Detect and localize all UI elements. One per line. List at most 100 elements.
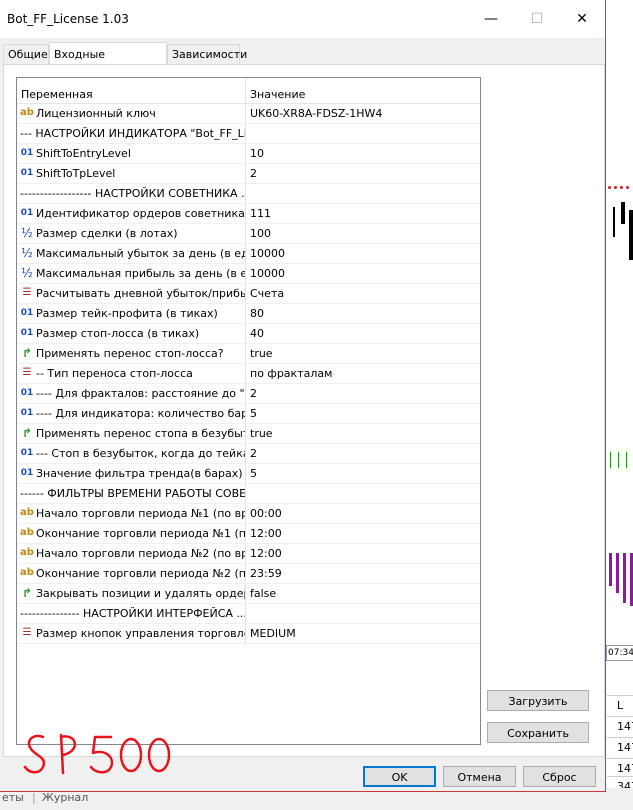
table-row[interactable]: 01 Размер тейк-профита (в тиках) 80 <box>17 304 480 324</box>
cell-value[interactable]: false <box>246 584 480 603</box>
cell-value[interactable]: 10 <box>246 144 480 163</box>
cell-variable[interactable]: ab Окончание торговли периода №2 (по... <box>17 564 246 583</box>
cell-value[interactable]: MEDIUM <box>246 624 480 643</box>
cell-variable[interactable]: ½ Размер сделки (в лотах) <box>17 224 246 243</box>
table-row[interactable]: 01 ShiftToTpLevel 2 <box>17 164 480 184</box>
chart-bar <box>623 553 626 603</box>
cell-variable[interactable]: 01 Значение фильтра тренда(в барах) <box>17 464 246 483</box>
table-row[interactable]: ½ Размер сделки (в лотах) 100 <box>17 224 480 244</box>
cell-variable[interactable]: 01 --- Стоп в безубыток, когда до тейка..… <box>17 444 246 463</box>
cell-variable[interactable]: ------ ФИЛЬТРЫ ВРЕМЕНИ РАБОТЫ СОВЕТ... <box>17 484 246 503</box>
cell-value[interactable]: 40 <box>246 324 480 343</box>
cell-variable[interactable]: --------------- НАСТРОЙКИ ИНТЕРФЕЙСА ... <box>17 604 246 623</box>
cell-variable[interactable]: ↱ Закрывать позиции и удалять ордер... <box>17 584 246 603</box>
table-row[interactable]: ↱ Закрывать позиции и удалять ордер... fal… <box>17 584 480 604</box>
cell-variable[interactable]: ------------------ НАСТРОЙКИ СОВЕТНИКА .… <box>17 184 246 203</box>
table-row[interactable]: ab Окончание торговли периода №1 (по... 12… <box>17 524 480 544</box>
column-header-value[interactable]: Значение <box>246 78 480 104</box>
table-row[interactable]: 01 --- Стоп в безубыток, когда до тейка..… <box>17 444 480 464</box>
table-row[interactable]: ------------------ НАСТРОЙКИ СОВЕТНИКА .… <box>17 184 480 204</box>
ok-button[interactable]: OK <box>363 766 436 787</box>
table-row[interactable]: ☰ Размер кнопок управления торговлей : MED… <box>17 624 480 644</box>
cell-value[interactable]: 2 <box>246 164 480 183</box>
reset-button[interactable]: Сброс <box>523 766 596 787</box>
cell-variable[interactable]: ½ Максимальная прибыль за день (в ед... <box>17 264 246 283</box>
cell-variable[interactable]: ☰ -- Тип переноса стоп-лосса <box>17 364 246 383</box>
tab-general[interactable]: Общие <box>3 44 49 64</box>
table-row[interactable]: ½ Максимальный убыток за день (в ед... 100… <box>17 244 480 264</box>
save-button[interactable]: Сохранить <box>487 722 589 743</box>
cell-variable[interactable]: 01 Размер стоп-лосса (в тиках) <box>17 324 246 343</box>
cell-value[interactable]: 10000 <box>246 244 480 263</box>
cell-value[interactable]: 5 <box>246 404 480 423</box>
cell-variable[interactable]: --- НАСТРОЙКИ ИНДИКАТОРА "Bot_FF_Li... <box>17 124 246 143</box>
cell-value[interactable]: 5 <box>246 464 480 483</box>
table-row[interactable]: 01 ---- Для индикатора: количество бар...… <box>17 404 480 424</box>
cell-value[interactable] <box>246 124 480 143</box>
minimize-button[interactable]: — <box>468 0 514 38</box>
table-row[interactable]: 01 ShiftToEntryLevel 10 <box>17 144 480 164</box>
cell-variable[interactable]: ab Начало торговли периода №1 (по вр... <box>17 504 246 523</box>
table-row[interactable]: 01 Идентификатор ордеров советника (... 11… <box>17 204 480 224</box>
table-row[interactable]: --- НАСТРОЙКИ ИНДИКАТОРА "Bot_FF_Li... <box>17 124 480 144</box>
maximize-button[interactable]: ☐ <box>514 0 560 38</box>
cell-value[interactable]: true <box>246 424 480 443</box>
title-bar[interactable]: Bot_FF_License 1.03 — ☐ ✕ <box>0 0 605 38</box>
cell-value[interactable]: 12:00 <box>246 524 480 543</box>
column-header-variable[interactable]: Переменная <box>17 78 246 104</box>
close-button[interactable]: ✕ <box>559 0 605 38</box>
table-row[interactable]: ↱ Применять перенос стопа в безубыто... tr… <box>17 424 480 444</box>
cell-variable[interactable]: 01 Идентификатор ордеров советника (... <box>17 204 246 223</box>
cell-value[interactable]: UK60-XR8A-FDSZ-1HW4 <box>246 104 480 123</box>
table-row[interactable]: --------------- НАСТРОЙКИ ИНТЕРФЕЙСА ... <box>17 604 480 624</box>
cell-value[interactable]: 100 <box>246 224 480 243</box>
cell-variable[interactable]: ☰ Расчитывать дневной убыток/прибы... <box>17 284 246 303</box>
cell-variable[interactable]: ↱ Применять перенос стопа в безубыто... <box>17 424 246 443</box>
table-row[interactable]: ------ ФИЛЬТРЫ ВРЕМЕНИ РАБОТЫ СОВЕТ... <box>17 484 480 504</box>
cell-value[interactable]: Счета <box>246 284 480 303</box>
load-button[interactable]: Загрузить <box>487 690 589 711</box>
table-row[interactable]: ☰ Расчитывать дневной убыток/прибы... Счет… <box>17 284 480 304</box>
tab-inputs[interactable]: Входные параметры <box>49 42 167 85</box>
table-row[interactable]: ab Начало торговли периода №2 (по вр... 12… <box>17 544 480 564</box>
cell-variable[interactable]: 01 ---- Для индикатора: количество бар... <box>17 404 246 423</box>
cell-value[interactable]: по фракталам <box>246 364 480 383</box>
table-row[interactable]: ↱ Применять перенос стоп-лосса? true <box>17 344 480 364</box>
cell-value[interactable] <box>246 484 480 503</box>
cell-value[interactable]: 00:00 <box>246 504 480 523</box>
cell-value[interactable]: 2 <box>246 444 480 463</box>
cell-value[interactable]: 10000 <box>246 264 480 283</box>
terminal-tab-journal[interactable]: Журнал <box>42 791 88 804</box>
cell-value[interactable]: 2 <box>246 384 480 403</box>
table-row[interactable]: ab Лицензионный ключ UK60-XR8A-FDSZ-1HW4 <box>17 104 480 124</box>
cell-value[interactable]: 12:00 <box>246 544 480 563</box>
cell-value[interactable] <box>246 184 480 203</box>
cell-variable[interactable]: ab Начало торговли периода №2 (по вр... <box>17 544 246 563</box>
cell-value[interactable]: 111 <box>246 204 480 223</box>
cell-variable[interactable]: 01 ShiftToTpLevel <box>17 164 246 183</box>
cell-variable[interactable]: 01 ---- Для фракталов: расстояние до "... <box>17 384 246 403</box>
table-row[interactable]: ½ Максимальная прибыль за день (в ед... 10… <box>17 264 480 284</box>
terminal-tab-prefix[interactable]: еты <box>2 791 24 804</box>
cell-value[interactable]: true <box>246 344 480 363</box>
table-row[interactable]: ab Окончание торговли периода №2 (по... 23… <box>17 564 480 584</box>
table-row[interactable]: ab Начало торговли периода №1 (по вр... 00… <box>17 504 480 524</box>
table-row[interactable]: 01 Размер стоп-лосса (в тиках) 40 <box>17 324 480 344</box>
table-row[interactable]: 01 ---- Для фракталов: расстояние до "...… <box>17 384 480 404</box>
variable-name: Применять перенос стоп-лосса? <box>36 347 224 360</box>
cell-variable[interactable]: 01 Размер тейк-профита (в тиках) <box>17 304 246 323</box>
cell-variable[interactable]: ☰ Размер кнопок управления торговлей : <box>17 624 246 643</box>
cell-variable[interactable]: ↱ Применять перенос стоп-лосса? <box>17 344 246 363</box>
cell-variable[interactable]: ab Лицензионный ключ <box>17 104 246 123</box>
cell-variable[interactable]: ab Окончание торговли периода №1 (по... <box>17 524 246 543</box>
cell-value[interactable]: 80 <box>246 304 480 323</box>
table-row[interactable]: 01 Значение фильтра тренда(в барах) 5 <box>17 464 480 484</box>
inputs-table[interactable]: Переменная Значение ab Лицензионный ключ U… <box>16 77 481 745</box>
cell-value[interactable] <box>246 604 480 623</box>
table-row[interactable]: ☰ -- Тип переноса стоп-лосса по фракталам <box>17 364 480 384</box>
cancel-button[interactable]: Отмена <box>443 766 516 787</box>
tab-dependencies[interactable]: Зависимости <box>167 44 247 64</box>
cell-value[interactable]: 23:59 <box>246 564 480 583</box>
cell-variable[interactable]: 01 ShiftToEntryLevel <box>17 144 246 163</box>
cell-variable[interactable]: ½ Максимальный убыток за день (в ед... <box>17 244 246 263</box>
